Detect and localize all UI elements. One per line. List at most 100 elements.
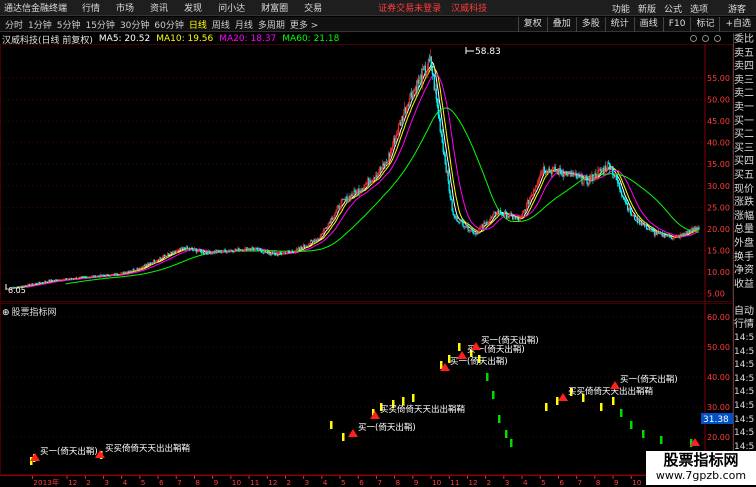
candle-body [250,248,252,250]
f10-button[interactable]: F10 [662,17,691,32]
candle-body [484,222,486,224]
login-notice[interactable]: 证券交易未登录 [378,1,441,14]
period-bar: 分时 1分钟 5分钟 15分钟 30分钟 60分钟 日线 周线 月线 多周期 更… [0,17,756,32]
period-more[interactable]: 更多 > [290,18,318,31]
candle-body [638,219,641,225]
period-daily[interactable]: 日线 [189,18,207,31]
candle-body [592,174,594,181]
indicator-bar [612,397,615,405]
period-weekly[interactable]: 周线 [212,18,230,31]
panel-label: 行情 [734,319,754,331]
menu-wealth[interactable]: 财富圈 [261,1,288,14]
indicator-bar [620,409,623,417]
menu-market[interactable]: 市场 [116,1,134,14]
period-1min[interactable]: 1分钟 [28,18,52,31]
menu-discover[interactable]: 发现 [184,1,202,14]
chart-close-icon[interactable] [714,35,721,42]
restore-right-button[interactable]: 复权 [517,17,547,32]
draw-line-button[interactable]: 画线 [633,17,663,32]
candle-body [666,234,668,237]
candle-body [457,221,459,223]
candle-body [298,247,301,250]
candle-body [238,247,240,252]
panel-label: 现价 [734,183,754,195]
high-price-label: 58.83 [475,47,501,57]
candle-body [450,197,452,200]
candle-body [240,249,242,251]
period-60min[interactable]: 60分钟 [154,18,183,31]
date-tick: 9 [414,478,419,487]
guest-label[interactable]: 游客 [728,2,746,15]
candle-body [636,216,639,223]
candle-body [284,252,287,255]
candle-body [642,223,645,225]
multi-stock-button[interactable]: 多股 [575,17,605,32]
price-tick: 5.00 [707,290,725,299]
date-tick: 12 [68,478,77,487]
buy-signals: 买一(倚天出鞘) 买买倚倚天天出出鞘鞘买一(倚天出鞘)买买倚倚天天出出鞘鞘买一(倚… [30,335,700,461]
candle-body [399,122,402,126]
menu-formula[interactable]: 公式 [664,2,682,15]
candle-body [659,231,661,234]
menu-news[interactable]: 资讯 [150,1,168,14]
chart-add-icon[interactable] [702,35,709,42]
candle-body [235,248,237,251]
candle-body [452,210,454,215]
candle-body [613,174,615,176]
menu-trade[interactable]: 交易 [304,1,322,14]
candle-body [217,249,219,252]
tick-time: 14:5 [734,360,755,371]
candle-body [652,230,654,232]
panel-label: 卖五 [734,47,754,59]
add-watchlist-button[interactable]: +自选 [719,17,756,32]
period-5min[interactable]: 5分钟 [57,18,81,31]
candle-body [468,229,470,231]
candle-body [133,268,135,271]
menu-ask[interactable]: 问小达 [218,1,245,14]
period-15min[interactable]: 15分钟 [85,18,114,31]
menu-function[interactable]: 功能 [612,2,630,15]
candle-body [643,223,646,227]
price-tick: 30.00 [707,182,730,191]
period-intraday[interactable]: 分时 [5,18,23,31]
menu-new-version[interactable]: 新版 [638,2,656,15]
candle-body [581,174,583,184]
right-menus: 功能 新版 公式 选项 游客 [612,0,756,16]
main-kline-chart[interactable]: 55.00 50.00 45.00 40.00 35.00 30.00 25.00 20.00… [0,44,733,302]
candle-body [456,216,458,222]
candle-body [512,215,514,220]
candle-body [137,268,139,270]
candle-body [686,231,688,234]
chart-settings-icon[interactable] [690,35,697,42]
candle-body [183,247,186,249]
candle-body [417,79,420,84]
candle-body [203,252,205,254]
mark-button[interactable]: 标记 [690,17,719,32]
date-tick: 9 [614,478,619,487]
candle-body [179,248,182,251]
indicator-bar [412,394,415,402]
candle-body [29,283,31,286]
overlay-button[interactable]: 叠加 [546,17,576,32]
period-multi[interactable]: 多周期 [258,18,285,31]
candle-body [154,259,156,263]
menu-options[interactable]: 选项 [690,2,708,15]
candle-body [181,247,184,249]
price-tick: 40.00 [707,139,730,148]
indicator-bar [492,391,495,399]
candle-body [698,227,700,229]
candle-body [275,253,277,256]
candle-body [349,196,351,200]
candle-body [42,282,44,284]
candle-body [437,105,439,116]
candle-body [325,227,327,229]
period-monthly[interactable]: 月线 [235,18,253,31]
candle-body [444,154,446,164]
statistics-button[interactable]: 统计 [604,17,634,32]
candle-body [433,74,435,91]
menu-quotes[interactable]: 行情 [82,1,100,14]
date-tick: 4 [123,478,128,487]
candle-body [527,199,530,204]
indicator-subchart[interactable]: 买一(倚天出鞘) 买买倚倚天天出出鞘鞘买一(倚天出鞘)买买倚倚天天出出鞘鞘买一(倚… [0,303,733,475]
period-30min[interactable]: 30分钟 [120,18,149,31]
